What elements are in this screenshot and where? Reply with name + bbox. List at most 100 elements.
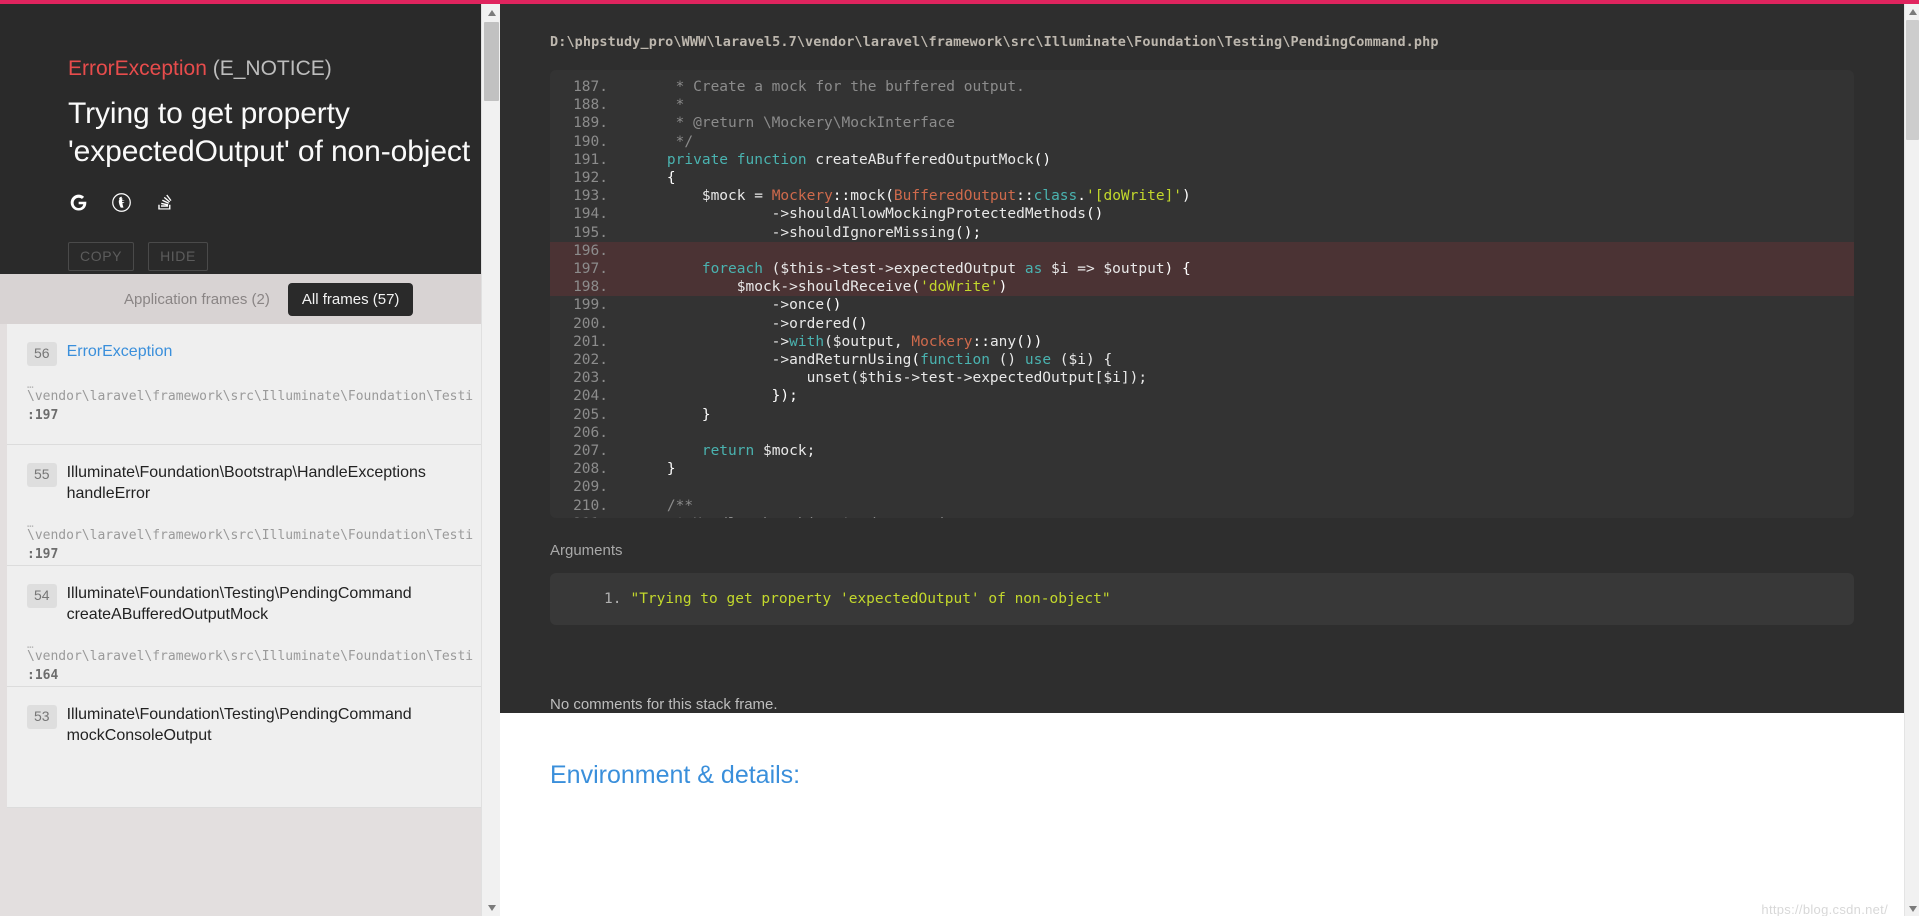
stackoverflow-search-icon[interactable] bbox=[154, 192, 175, 216]
frame-class-wrap: Illuminate\Foundation\Testing\PendingCom… bbox=[67, 705, 412, 747]
left-scrollbar[interactable] bbox=[481, 4, 501, 916]
code-line-number: 190. bbox=[573, 133, 608, 150]
code-line-number: 204. bbox=[573, 388, 608, 405]
tab-all-frames[interactable]: All frames (57) bbox=[287, 282, 414, 316]
code-line-number: 208. bbox=[573, 461, 608, 478]
code-line: 211. * Handle the object's destruction. bbox=[550, 515, 1854, 518]
code-line: 190. */ bbox=[550, 133, 1854, 151]
code-line-text: ->with($output, Mockery::any()) bbox=[632, 333, 1043, 350]
code-line: 201. ->with($output, Mockery::any()) bbox=[550, 333, 1854, 351]
code-line: 192. { bbox=[550, 169, 1854, 187]
code-line-text: $mock->shouldReceive('doWrite') bbox=[632, 279, 1008, 296]
frame-number: 54 bbox=[27, 584, 57, 608]
right-panel: D:\phpstudy_pro\WWW\laravel5.7\vendor\la… bbox=[500, 4, 1904, 916]
frame-function: mockConsoleOutput bbox=[66, 726, 212, 744]
code-line-text: ->once() bbox=[632, 297, 842, 314]
code-line-text: * bbox=[632, 97, 685, 114]
frame-number: 53 bbox=[27, 705, 57, 729]
code-line: 199. ->once() bbox=[550, 296, 1854, 314]
code-line: 209. bbox=[550, 478, 1854, 496]
code-line-text: private function createABufferedOutputMo… bbox=[666, 151, 1052, 168]
page-scrollbar-thumb[interactable] bbox=[1906, 20, 1919, 140]
code-line-number: 198. bbox=[573, 279, 608, 296]
page-scroll-down-arrow-icon[interactable] bbox=[1905, 901, 1919, 916]
frame-function: createABufferedOutputMock bbox=[66, 605, 269, 623]
code-line-text: * Create a mock for the buffered output. bbox=[632, 79, 1025, 95]
code-line-number: 188. bbox=[573, 97, 608, 114]
page-scrollbar[interactable] bbox=[1904, 4, 1919, 916]
error-page: ErrorException (E_NOTICE) Trying to get … bbox=[0, 0, 1919, 916]
code-line-text: foreach ($this->test->expectedOutput as … bbox=[701, 261, 1191, 278]
code-line-text: return $mock; bbox=[701, 443, 816, 460]
frame-file-path: \vendor\laravel\framework\src\Illuminate… bbox=[27, 649, 474, 665]
code-line-text: */ bbox=[632, 133, 694, 150]
frame-class: Illuminate\Foundation\Bootstrap\HandleEx… bbox=[66, 464, 426, 481]
page-scroll-up-arrow-icon[interactable] bbox=[1905, 4, 1919, 19]
code-line-number: 189. bbox=[573, 115, 608, 132]
code-line-text: } bbox=[632, 406, 711, 423]
code-block[interactable]: 187. * Create a mock for the buffered ou… bbox=[550, 70, 1854, 518]
exception-message: Trying to get property 'expectedOutput' … bbox=[68, 97, 471, 168]
code-line-number: 196. bbox=[573, 242, 608, 259]
code-line: 191. private function createABufferedOut… bbox=[550, 151, 1854, 169]
code-line: 206. bbox=[550, 424, 1854, 442]
exception-code: (E_NOTICE) bbox=[212, 57, 332, 80]
watermark: https://blog.csdn.net/ bbox=[1761, 902, 1888, 916]
hide-button[interactable]: HIDE bbox=[148, 242, 208, 272]
frame-class-wrap: Illuminate\Foundation\Testing\PendingCom… bbox=[67, 584, 412, 626]
left-scrollbar-thumb[interactable] bbox=[484, 22, 499, 101]
frame-class-wrap: Illuminate\Foundation\Bootstrap\HandleEx… bbox=[67, 463, 426, 505]
code-line: 210. /** bbox=[550, 497, 1854, 515]
frame-number: 55 bbox=[27, 463, 57, 487]
code-line: 204. }); bbox=[550, 387, 1854, 405]
code-file-path: D:\phpstudy_pro\WWW\laravel5.7\vendor\la… bbox=[550, 34, 1439, 50]
code-line-number: 199. bbox=[573, 297, 608, 314]
code-line-number: 193. bbox=[573, 188, 608, 205]
duckduckgo-search-icon[interactable] bbox=[111, 192, 132, 216]
code-line-number: 192. bbox=[573, 170, 608, 187]
code-line-number: 197. bbox=[573, 261, 608, 278]
environment-section: Environment & details: https://blog.csdn… bbox=[500, 713, 1904, 916]
code-line: 202. ->andReturnUsing(function () use ($… bbox=[550, 351, 1854, 369]
tab-application-frames[interactable]: Application frames (2) bbox=[110, 283, 284, 316]
frame-function: handleError bbox=[66, 484, 151, 502]
scroll-down-arrow-icon[interactable] bbox=[482, 899, 501, 916]
code-line-number: 205. bbox=[573, 406, 608, 423]
code-line-text: /** bbox=[632, 497, 694, 514]
code-line-number: 203. bbox=[573, 370, 608, 387]
code-line-number: 200. bbox=[573, 315, 608, 332]
code-line: 189. * @return \Mockery\MockInterface bbox=[550, 114, 1854, 132]
code-line: 193. $mock = Mockery::mock(BufferedOutpu… bbox=[550, 187, 1854, 205]
code-line-text: * @return \Mockery\MockInterface bbox=[632, 115, 956, 132]
environment-title: Environment & details: bbox=[550, 761, 801, 789]
code-line: 203. unset($this->test->expectedOutput[$… bbox=[550, 369, 1854, 387]
code-line: 194. ->shouldAllowMockingProtectedMethod… bbox=[550, 205, 1854, 223]
code-line-number: 209. bbox=[573, 479, 608, 496]
code-line: 198. $mock->shouldReceive('doWrite') bbox=[550, 278, 1854, 297]
code-line: 187. * Create a mock for the buffered ou… bbox=[550, 78, 1854, 96]
code-line-text: ->shouldAllowMockingProtectedMethods() bbox=[632, 206, 1104, 223]
frame-file-path: \vendor\laravel\framework\src\Illuminate… bbox=[27, 528, 474, 544]
code-line-text: ->andReturnUsing(function () use ($i) { bbox=[632, 352, 1113, 369]
code-line: 197. foreach ($this->test->expectedOutpu… bbox=[550, 260, 1854, 279]
frame-class: ErrorException bbox=[66, 343, 173, 360]
code-line-number: 202. bbox=[573, 352, 608, 369]
code-line-text: unset($this->test->expectedOutput[$i]); bbox=[632, 370, 1148, 387]
copy-button[interactable]: COPY bbox=[68, 242, 135, 272]
no-comments-text: No comments for this stack frame. bbox=[500, 672, 1904, 713]
frame-class: Illuminate\Foundation\Testing\PendingCom… bbox=[66, 585, 412, 602]
code-line-text: $mock = Mockery::mock(BufferedOutput::cl… bbox=[632, 188, 1191, 205]
code-line-number: 210. bbox=[573, 497, 608, 514]
code-section: D:\phpstudy_pro\WWW\laravel5.7\vendor\la… bbox=[500, 4, 1904, 672]
google-search-icon[interactable] bbox=[68, 192, 89, 216]
scroll-up-arrow-icon[interactable] bbox=[482, 4, 501, 21]
code-line-text: } bbox=[632, 461, 676, 478]
code-line-number: 195. bbox=[573, 224, 608, 241]
argument-value: "Trying to get property 'expectedOutput'… bbox=[630, 591, 1111, 607]
code-line: 196. bbox=[550, 241, 1854, 261]
argument-row: 1. "Trying to get property 'expectedOutp… bbox=[550, 589, 1854, 609]
code-line: 207. return $mock; bbox=[550, 442, 1854, 460]
argument-index: 1. bbox=[604, 591, 622, 607]
code-line-number: 201. bbox=[573, 333, 608, 350]
code-line-text: }); bbox=[632, 388, 798, 405]
